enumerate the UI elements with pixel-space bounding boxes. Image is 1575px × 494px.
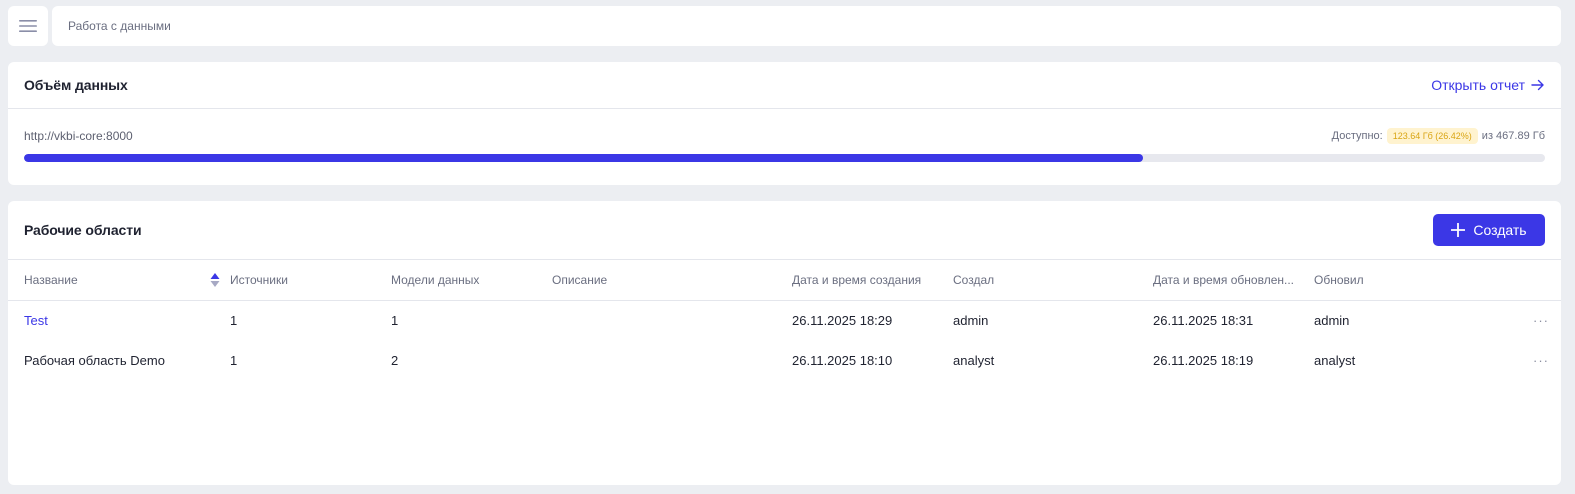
cell-models: 2 [391, 352, 399, 368]
col-header-updated-by[interactable]: Обновил [1314, 260, 1475, 301]
menu-button[interactable] [8, 6, 48, 46]
arrow-right-icon [1531, 79, 1544, 91]
create-button[interactable]: Создать [1433, 214, 1545, 246]
storage-info: http://vkbi-core:8000 Доступно: 123.64 Г… [8, 128, 1561, 144]
workspaces-card: Рабочие области Создать Название Источни… [8, 201, 1561, 485]
cell-updated-by: analyst [1314, 352, 1356, 368]
data-volume-card: Объём данных Открыть отчет http://vkbi-c… [8, 62, 1561, 185]
cell-created-by: analyst [953, 352, 995, 368]
col-header-sources[interactable]: Источники [230, 260, 391, 301]
col-header-created-at[interactable]: Дата и время создания [792, 260, 953, 301]
col-header-updated-at[interactable]: Дата и время обновлен... [1153, 260, 1314, 301]
more-horizontal-icon[interactable]: ··· [1533, 353, 1549, 368]
cell-description [552, 300, 792, 340]
cell-updated-at: 26.11.2025 18:31 [1153, 312, 1254, 328]
hamburger-icon [19, 20, 37, 32]
cell-models: 1 [391, 312, 399, 328]
workspaces-table: Название Источники Модели данных Описани… [8, 260, 1561, 380]
cell-updated-by: admin [1314, 312, 1350, 328]
col-header-name-label: Название [24, 272, 78, 287]
open-report-link[interactable]: Открыть отчет [1431, 77, 1545, 93]
available-badge: 123.64 Гб (26.42%) [1386, 128, 1478, 144]
data-volume-header: Объём данных Открыть отчет [8, 62, 1561, 109]
cell-sources: 1 [230, 312, 238, 328]
col-header-description[interactable]: Описание [552, 260, 792, 301]
breadcrumb: Работа с данными [52, 6, 1561, 46]
available-label: Доступно: [1331, 130, 1383, 142]
create-button-label: Создать [1473, 222, 1527, 238]
cell-created-by: admin [953, 312, 989, 328]
cell-sources: 1 [230, 352, 238, 368]
storage-availability: Доступно: 123.64 Гб (26.42%) из 467.89 Г… [1332, 128, 1545, 144]
cell-description [552, 340, 792, 380]
server-url: http://vkbi-core:8000 [24, 129, 133, 143]
sort-icon[interactable] [210, 272, 220, 288]
table-row[interactable]: Test 1 1 26.11.2025 18:29 admin 26.11.20… [8, 300, 1561, 340]
cell-created-at: 26.11.2025 18:29 [792, 312, 893, 328]
workspace-name-link[interactable]: Рабочая область Demo [24, 353, 165, 368]
more-horizontal-icon[interactable]: ··· [1533, 313, 1549, 328]
storage-progress-fill [24, 154, 1144, 162]
storage-progress-bar [24, 154, 1545, 162]
breadcrumb-text: Работа с данными [68, 19, 171, 33]
col-header-models[interactable]: Модели данных [391, 260, 552, 301]
col-header-updated-at-label: Дата и время обновлен... [1153, 272, 1294, 287]
total-storage: из 467.89 Гб [1481, 130, 1545, 142]
cell-updated-at: 26.11.2025 18:19 [1153, 352, 1254, 368]
col-header-name[interactable]: Название [8, 260, 230, 301]
col-header-created-by[interactable]: Создал [953, 260, 1153, 301]
plus-icon [1451, 223, 1466, 237]
workspaces-header: Рабочие области Создать [8, 201, 1561, 260]
cell-created-at: 26.11.2025 18:10 [792, 352, 893, 368]
data-volume-title: Объём данных [24, 77, 128, 93]
open-report-label: Открыть отчет [1431, 77, 1525, 93]
table-header-row: Название Источники Модели данных Описани… [8, 260, 1561, 301]
workspace-name-link[interactable]: Test [24, 313, 48, 328]
topbar: Работа с данными [8, 6, 1561, 46]
table-row[interactable]: Рабочая область Demo 1 2 26.11.2025 18:1… [8, 340, 1561, 380]
col-header-actions [1475, 260, 1561, 301]
workspaces-title: Рабочие области [24, 222, 142, 238]
